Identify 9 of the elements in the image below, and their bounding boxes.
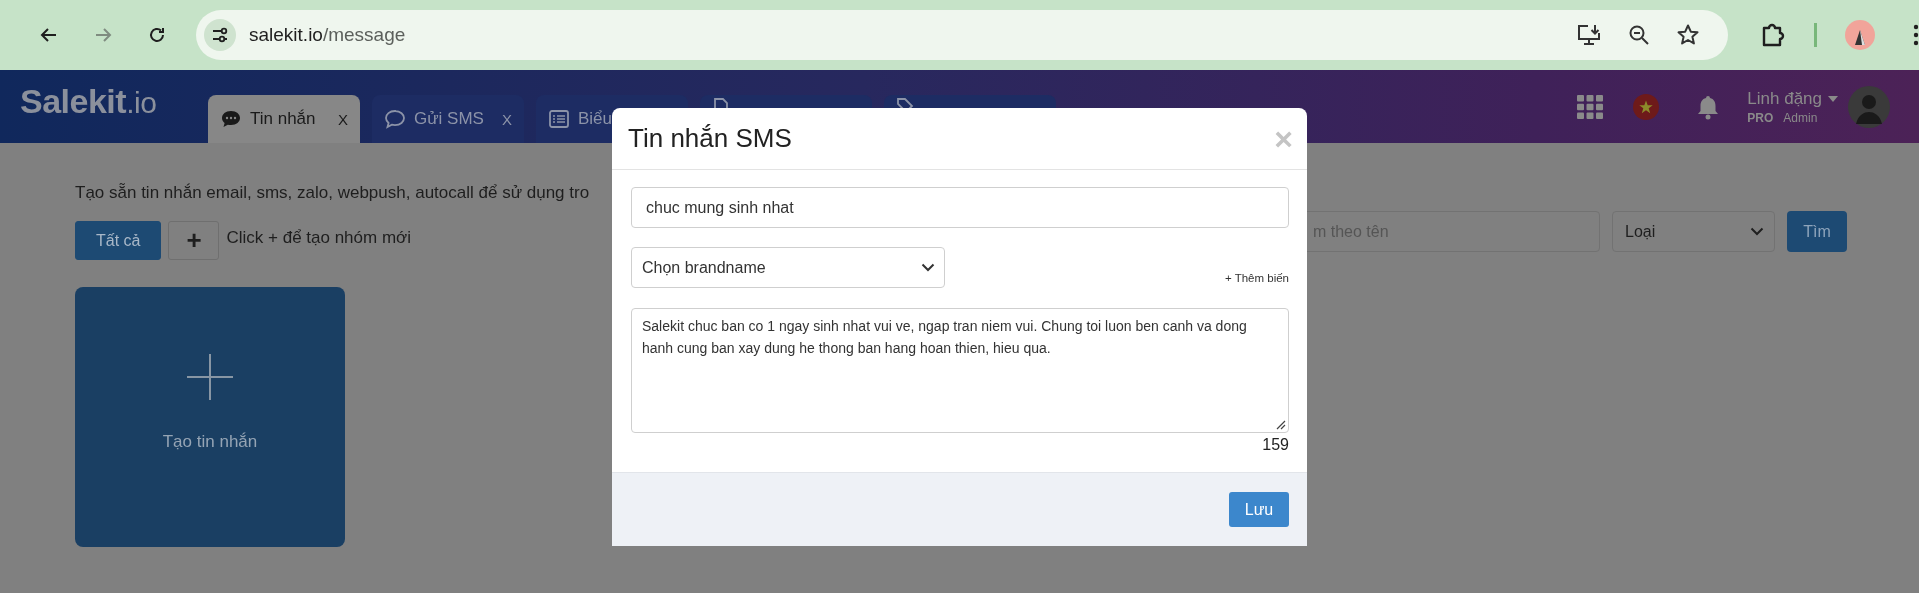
url-text: salekit.io/message bbox=[249, 24, 406, 46]
modal-title: Tin nhắn SMS bbox=[628, 123, 792, 154]
character-count: 159 bbox=[1262, 436, 1289, 454]
description-text: Tạo sẵn tin nhắn email, sms, zalo, webpush, autocall để sử dụng tro bbox=[75, 183, 590, 204]
hint-text: Click + để tạo nhóm mới bbox=[226, 227, 411, 248]
role-label: Admin bbox=[1783, 110, 1818, 125]
plan-label: PRO bbox=[1747, 110, 1774, 125]
logo-suffix: .io bbox=[126, 86, 157, 119]
logo-text: Salekit bbox=[20, 82, 127, 120]
